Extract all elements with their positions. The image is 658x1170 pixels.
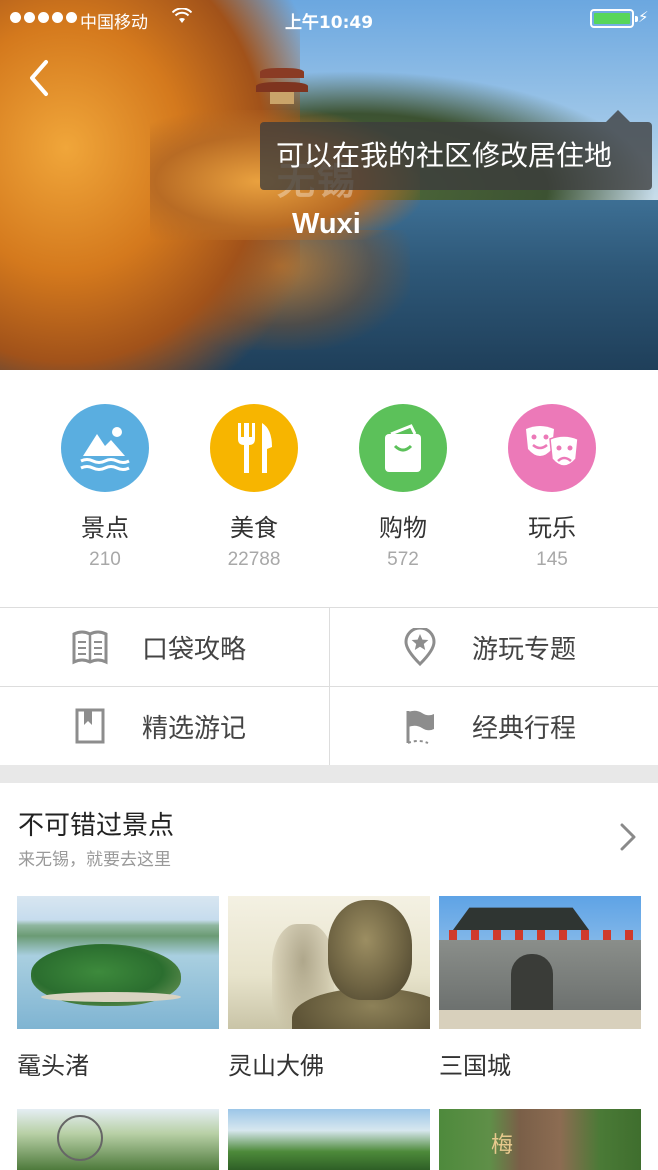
guide-pocket-guide[interactable]: 口袋攻略 <box>0 608 329 687</box>
category-row: 景点 210 美食 22788 购物 572 玩乐 145 <box>0 370 658 608</box>
chevron-right-icon[interactable] <box>616 819 640 855</box>
guide-themed-tours[interactable]: 游玩专题 <box>329 608 658 687</box>
section-divider <box>0 765 658 783</box>
city-name-english: Wuxi <box>292 208 361 240</box>
pagoda-image <box>256 68 308 104</box>
category-food[interactable]: 美食 22788 <box>179 404 329 571</box>
guide-travel-notes[interactable]: 精选游记 <box>0 687 329 766</box>
category-label: 景点 <box>81 514 129 542</box>
guide-grid: 口袋攻略 游玩专题 精选游记 经典行程 <box>0 607 658 766</box>
battery-icon <box>590 9 638 28</box>
spot-name: 鼋头渚 <box>17 1052 89 1080</box>
mountain-icon <box>61 404 149 492</box>
spot-image-rock: 梅 <box>439 1109 641 1170</box>
spot-image-buddha <box>228 896 430 1029</box>
category-label: 购物 <box>379 514 427 542</box>
shopping-bag-icon <box>359 404 447 492</box>
category-label: 美食 <box>230 514 278 542</box>
spot-image-lake <box>17 896 219 1029</box>
category-count: 572 <box>387 549 419 570</box>
section-subtitle: 来无锡，就要去这里 <box>18 850 171 870</box>
category-sights[interactable]: 景点 210 <box>30 404 180 571</box>
section-title: 不可错过景点 <box>18 811 175 841</box>
residence-tip-tooltip[interactable]: 可以在我的社区修改居住地 <box>260 110 652 190</box>
location-star-icon <box>402 626 438 667</box>
spot-image-garden <box>228 1109 430 1170</box>
spot-card[interactable] <box>17 1109 219 1170</box>
spot-card[interactable]: 鼋头渚 <box>17 896 219 1081</box>
category-shopping[interactable]: 购物 572 <box>328 404 478 571</box>
spot-name: 灵山大佛 <box>228 1052 324 1080</box>
back-button[interactable] <box>22 58 58 98</box>
fork-knife-icon <box>210 404 298 492</box>
tooltip-text: 可以在我的社区修改居住地 <box>276 139 613 172</box>
guide-classic-itinerary[interactable]: 经典行程 <box>329 687 658 766</box>
must-see-section: 不可错过景点 来无锡，就要去这里 鼋头渚 灵山大佛 三国城 梅 <box>0 783 658 1170</box>
spot-image-park <box>17 1109 219 1170</box>
category-label: 玩乐 <box>528 514 576 542</box>
spot-card[interactable]: 灵山大佛 <box>228 896 430 1081</box>
category-count: 22788 <box>227 549 281 570</box>
category-count: 145 <box>536 549 568 570</box>
spot-card[interactable]: 三国城 <box>439 896 641 1081</box>
category-entertainment[interactable]: 玩乐 145 <box>477 404 627 571</box>
masks-icon <box>508 404 596 492</box>
flag-icon <box>402 707 438 745</box>
spot-card[interactable] <box>228 1109 430 1170</box>
city-hero: 中国移动 上午10:49 ⚡ 无锡 Wuxi 可以在我的社区修改居住地 <box>0 0 658 370</box>
spot-card[interactable]: 梅 <box>439 1109 641 1170</box>
guide-label: 经典行程 <box>472 714 577 744</box>
back-arrow-icon <box>30 60 48 96</box>
guide-label: 精选游记 <box>142 714 247 744</box>
charging-icon: ⚡ <box>638 8 649 26</box>
guide-label: 口袋攻略 <box>142 635 247 665</box>
category-count: 210 <box>89 549 121 570</box>
book-icon <box>72 628 108 666</box>
bookmark-icon <box>72 707 108 745</box>
status-clock: 上午10:49 <box>284 13 374 33</box>
guide-label: 游玩专题 <box>472 635 577 665</box>
status-bar: 中国移动 上午10:49 ⚡ <box>0 0 658 38</box>
spot-name: 三国城 <box>439 1052 511 1080</box>
spot-image-castle <box>439 896 641 1029</box>
tooltip-arrow <box>606 110 630 122</box>
